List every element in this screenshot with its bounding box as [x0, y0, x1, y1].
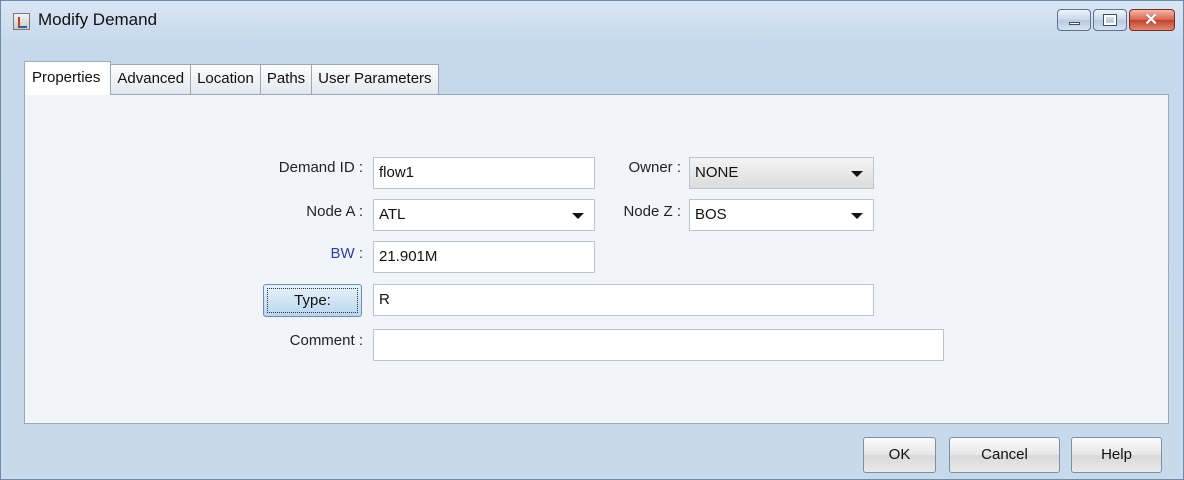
owner-value: NONE — [695, 164, 739, 181]
tab-advanced[interactable]: Advanced — [110, 64, 192, 94]
minimize-button[interactable] — [1057, 9, 1091, 31]
bw-label: BW : — [330, 245, 364, 262]
focus-ring — [267, 288, 358, 313]
maximize-icon — [1103, 14, 1117, 26]
java-app-icon[interactable] — [13, 13, 30, 30]
tab-paths[interactable]: Paths — [259, 64, 313, 94]
node-a-select[interactable]: ATL — [373, 199, 595, 231]
type-button[interactable]: Type: — [263, 284, 362, 317]
owner-label: Owner : — [628, 159, 681, 176]
close-button[interactable]: ✕ — [1129, 9, 1175, 31]
title-bar[interactable]: Modify Demand ✕ — [1, 1, 1183, 39]
chevron-down-icon — [572, 213, 584, 219]
chevron-down-icon — [851, 171, 863, 177]
node-z-label: Node Z : — [623, 203, 681, 220]
bw-field[interactable]: 21.901M — [373, 241, 595, 273]
modify-demand-window: Modify Demand ✕ Properties Advanced Loca… — [0, 0, 1184, 480]
minimize-icon — [1069, 22, 1080, 25]
tab-properties[interactable]: Properties — [24, 61, 112, 95]
type-field[interactable]: R — [373, 284, 874, 316]
tab-location[interactable]: Location — [190, 64, 261, 94]
comment-field[interactable] — [373, 329, 944, 361]
close-icon: ✕ — [1144, 10, 1159, 29]
demand-id-label: Demand ID : — [278, 159, 363, 176]
window-title: Modify Demand — [38, 10, 158, 29]
tab-bar: Properties Advanced Location Paths User … — [24, 61, 439, 95]
tab-user-parameters[interactable]: User Parameters — [311, 64, 439, 94]
help-button[interactable]: Help — [1071, 437, 1162, 473]
window-controls: ✕ — [1057, 9, 1175, 31]
node-z-select[interactable]: BOS — [689, 199, 874, 231]
ok-button[interactable]: OK — [863, 437, 936, 473]
owner-select[interactable]: NONE — [689, 157, 874, 189]
node-z-value: BOS — [695, 206, 727, 223]
node-a-value: ATL — [379, 206, 406, 223]
chevron-down-icon — [851, 213, 863, 219]
demand-id-field[interactable]: flow1 — [373, 157, 595, 189]
cancel-button[interactable]: Cancel — [949, 437, 1060, 473]
maximize-button[interactable] — [1093, 9, 1127, 31]
comment-label: Comment : — [289, 332, 363, 349]
node-a-label: Node A : — [306, 203, 363, 220]
properties-panel — [24, 94, 1169, 424]
